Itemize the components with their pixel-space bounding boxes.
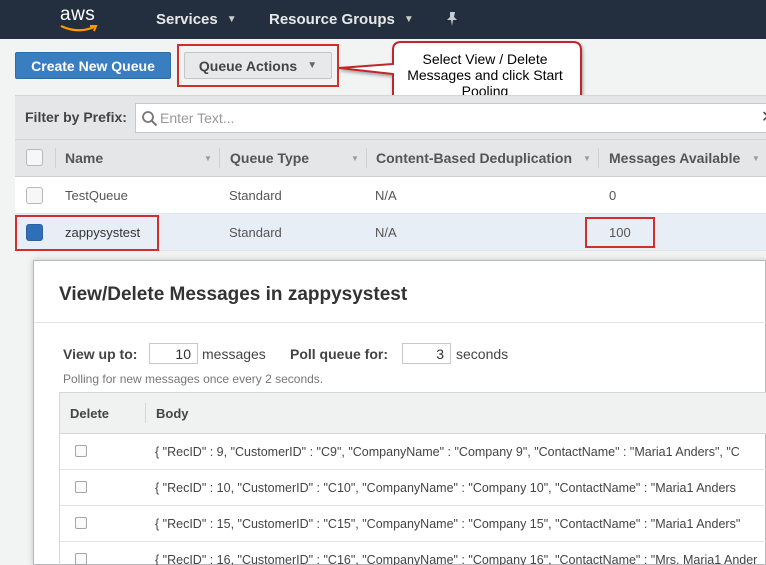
aws-logo-text: aws xyxy=(60,4,96,25)
view-up-to-label: View up to: xyxy=(63,346,138,362)
delete-checkbox[interactable] xyxy=(75,481,87,493)
search-icon xyxy=(142,111,158,127)
dedup-value: N/A xyxy=(375,224,397,240)
column-header-messages-available[interactable]: Messages Available xyxy=(609,140,740,176)
callout-text: Select View / Delete Messages and click … xyxy=(407,51,563,99)
chevron-down-icon: ▼ xyxy=(403,14,414,25)
messages-table-header: Delete Body xyxy=(60,393,766,434)
delete-checkbox[interactable] xyxy=(75,553,87,565)
top-nav: aws Services ▼ Resource Groups ▼ xyxy=(0,0,766,39)
column-separator xyxy=(145,403,146,423)
resource-groups-label: Resource Groups xyxy=(269,11,395,28)
aws-logo[interactable]: aws xyxy=(58,3,104,35)
message-body: { "RecID" : 10, "CustomerID" : "C10", "C… xyxy=(155,481,736,495)
chevron-down-icon: ▼ xyxy=(226,14,237,25)
message-body: { "RecID" : 16, "CustomerID" : "C16", "C… xyxy=(155,553,758,565)
view-delete-messages-dialog: View/Delete Messages in zappysystest Vie… xyxy=(33,260,766,565)
clear-filter-icon[interactable]: ✕ xyxy=(761,107,766,127)
message-body: { "RecID" : 15, "CustomerID" : "C15", "C… xyxy=(155,517,741,531)
column-separator xyxy=(55,148,56,168)
column-header-dedup[interactable]: Content-Based Deduplication xyxy=(376,140,572,176)
resource-groups-menu[interactable]: Resource Groups ▼ xyxy=(269,0,414,39)
queue-type: Standard xyxy=(229,224,282,240)
queue-table-header: Name ▼ Queue Type ▼ Content-Based Dedupl… xyxy=(15,139,766,177)
message-row: { "RecID" : 9, "CustomerID" : "C9", "Com… xyxy=(60,434,766,470)
services-label: Services xyxy=(156,11,218,28)
queue-type: Standard xyxy=(229,187,282,203)
filter-bar: Filter by Prefix: Enter Text... xyxy=(15,95,766,139)
filter-label: Filter by Prefix: xyxy=(25,109,127,125)
column-header-delete: Delete xyxy=(70,405,110,421)
aws-smile-icon xyxy=(60,25,98,32)
column-header-name[interactable]: Name xyxy=(65,140,103,176)
filter-input[interactable]: Enter Text... xyxy=(135,103,766,133)
column-separator xyxy=(219,148,220,168)
queue-name: TestQueue xyxy=(65,187,128,203)
create-new-queue-button[interactable]: Create New Queue xyxy=(15,52,171,79)
sort-icon[interactable]: ▼ xyxy=(583,154,591,163)
sort-icon[interactable]: ▼ xyxy=(351,154,359,163)
pin-icon[interactable] xyxy=(445,11,459,27)
highlight-box-messages-available xyxy=(585,217,655,248)
sort-icon[interactable]: ▼ xyxy=(752,154,760,163)
messages-table: Delete Body { "RecID" : 9, "CustomerID" … xyxy=(59,392,766,565)
messages-available: 0 xyxy=(609,187,617,203)
column-separator xyxy=(598,148,599,168)
column-separator xyxy=(366,148,367,168)
message-row: { "RecID" : 16, "CustomerID" : "C16", "C… xyxy=(60,542,766,565)
delete-checkbox[interactable] xyxy=(75,517,87,529)
message-row: { "RecID" : 15, "CustomerID" : "C15", "C… xyxy=(60,506,766,542)
highlight-box-queue-actions xyxy=(177,44,339,87)
view-up-to-input[interactable]: 10 xyxy=(149,343,198,364)
message-body: { "RecID" : 9, "CustomerID" : "C9", "Com… xyxy=(155,445,740,459)
row-checkbox[interactable] xyxy=(26,187,43,204)
message-row: { "RecID" : 10, "CustomerID" : "C10", "C… xyxy=(60,470,766,506)
dedup-value: N/A xyxy=(375,187,397,203)
messages-unit-label: messages xyxy=(202,346,266,362)
highlight-box-queue-name xyxy=(15,215,159,251)
dialog-title: View/Delete Messages in zappysystest xyxy=(59,284,408,305)
services-menu[interactable]: Services ▼ xyxy=(156,0,237,39)
filter-placeholder: Enter Text... xyxy=(160,110,235,126)
seconds-unit-label: seconds xyxy=(456,346,509,362)
column-header-body: Body xyxy=(156,405,189,421)
dialog-divider xyxy=(34,322,766,323)
poll-queue-input[interactable]: 3 xyxy=(402,343,451,364)
delete-checkbox[interactable] xyxy=(75,445,87,457)
sort-icon[interactable]: ▼ xyxy=(204,154,212,163)
column-header-queue-type[interactable]: Queue Type xyxy=(230,140,309,176)
poll-queue-label: Poll queue for: xyxy=(290,346,388,362)
polling-hint: Polling for new messages once every 2 se… xyxy=(63,372,324,386)
table-row[interactable]: TestQueue Standard N/A 0 xyxy=(15,177,766,214)
select-all-checkbox[interactable] xyxy=(26,149,43,166)
